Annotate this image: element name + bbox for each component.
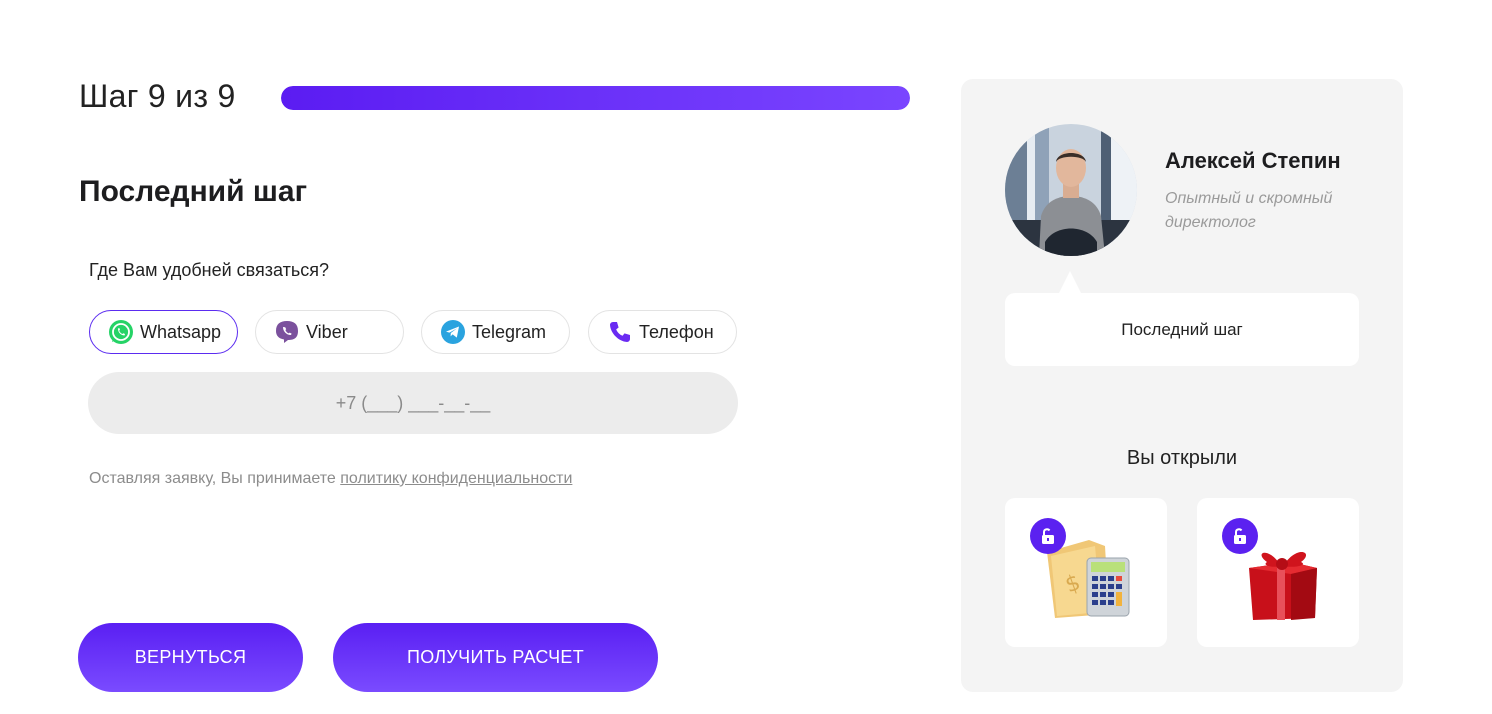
manager-name: Алексей Степин	[1165, 148, 1341, 173]
messenger-label: Телефон	[639, 321, 714, 342]
whatsapp-icon	[108, 319, 134, 345]
messenger-label: Telegram	[472, 321, 547, 342]
privacy-notice-text: Оставляя заявку, Вы принимаете	[89, 470, 341, 487]
phone-input[interactable]	[88, 372, 738, 434]
progress-bar	[281, 86, 910, 110]
messenger-option-telegram[interactable]: Telegram	[421, 310, 570, 354]
back-button[interactable]: ВЕРНУТЬСЯ	[78, 623, 303, 692]
messenger-options: Whatsapp Viber Telegram Телефон	[89, 310, 749, 354]
privacy-policy-link[interactable]: политику конфиденциальности	[340, 470, 572, 487]
manager-message-text: Последний шаг	[1121, 319, 1243, 339]
manager-avatar	[1005, 124, 1137, 256]
privacy-notice: Оставляя заявку, Вы принимаете политику …	[89, 470, 572, 488]
messenger-option-viber[interactable]: Viber	[255, 310, 404, 354]
page-title: Последний шаг	[79, 175, 308, 208]
step-counter: Шаг 9 из 9	[79, 78, 236, 114]
messenger-label: Whatsapp	[140, 321, 222, 342]
viber-icon	[274, 319, 300, 345]
messenger-option-whatsapp[interactable]: Whatsapp	[89, 310, 238, 354]
get-estimate-button[interactable]: ПОЛУЧИТЬ РАСЧЕТ	[333, 623, 658, 692]
unlock-icon	[1030, 518, 1066, 554]
bonus-card-gift	[1197, 498, 1359, 647]
manager-message: Последний шаг	[1005, 293, 1359, 366]
bonuses-title: Вы открыли	[1126, 447, 1238, 469]
phone-icon	[607, 319, 633, 345]
messenger-option-phone[interactable]: Телефон	[588, 310, 737, 354]
bonus-card-calculator: $	[1005, 498, 1167, 647]
telegram-icon	[440, 319, 466, 345]
manager-role: Опытный и скромный директолог	[1165, 190, 1333, 231]
speech-bubble-tail	[1059, 271, 1081, 293]
contact-question: Где Вам удобней связаться?	[89, 260, 330, 280]
messenger-label: Viber	[306, 321, 348, 342]
progress-bar-fill	[281, 86, 910, 110]
manager-panel: Алексей Степин Опытный и скромный директ…	[961, 79, 1403, 692]
unlock-icon	[1222, 518, 1258, 554]
